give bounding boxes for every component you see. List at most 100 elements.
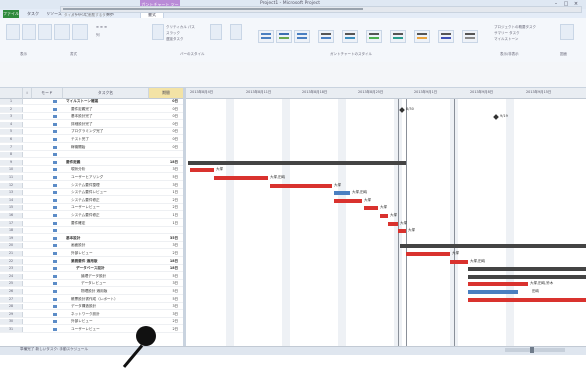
task-name-cell[interactable]: ネットワーク設計 xyxy=(71,312,148,317)
duration-cell[interactable]: 5日 xyxy=(150,175,178,180)
task-name-cell[interactable]: データレビュー xyxy=(81,281,148,286)
table-row[interactable]: 2 要件定義完了 0日 xyxy=(0,106,183,113)
task-name-cell[interactable]: 物理設計 適用版 xyxy=(81,289,148,294)
duration-cell[interactable] xyxy=(150,228,178,233)
duration-cell[interactable]: 5日 xyxy=(150,274,178,279)
check-summary-task[interactable]: プロジェクトの概要タスク xyxy=(494,25,536,30)
row-number[interactable]: 6 xyxy=(0,137,23,142)
summary-bar[interactable] xyxy=(188,160,406,165)
table-row[interactable]: 28 データ構造設計 3日 xyxy=(0,304,183,311)
row-number[interactable]: 16 xyxy=(0,213,23,218)
gantt-style-7[interactable] xyxy=(390,30,406,43)
duration-cell[interactable]: 1日 xyxy=(150,221,178,226)
duration-cell[interactable]: 0日 xyxy=(150,107,178,112)
task-name-cell[interactable] xyxy=(71,228,148,233)
table-row[interactable]: 17 要件確定 1日 xyxy=(0,220,183,227)
duration-cell[interactable]: 0日 xyxy=(150,145,178,150)
duration-cell[interactable]: 0日 xyxy=(150,114,178,119)
format-icon[interactable] xyxy=(54,24,70,40)
task-name-cell[interactable]: 稼働開始 xyxy=(71,145,148,150)
task-name-cell[interactable]: システム要件レビュー xyxy=(71,190,148,195)
task-bar[interactable] xyxy=(334,191,350,196)
task-bar[interactable] xyxy=(214,176,268,180)
task-bar[interactable] xyxy=(450,259,468,264)
text-styles-icon[interactable] xyxy=(6,24,20,40)
duration-cell[interactable]: 1日 xyxy=(150,190,178,195)
column-settings-label[interactable]: 列 xyxy=(96,33,100,38)
grid-header-mode[interactable]: モード xyxy=(32,88,63,99)
task-name-cell[interactable]: システム要件修正 xyxy=(71,198,148,203)
gantt-style-3[interactable] xyxy=(294,30,310,43)
table-row[interactable]: 22 業務要件 適用版 18日 xyxy=(0,258,183,265)
duration-cell[interactable]: 0日 xyxy=(150,99,178,104)
insert-column-icon[interactable] xyxy=(72,24,88,40)
row-number[interactable]: 18 xyxy=(0,228,23,234)
task-name-cell[interactable]: 帳票設計書作成（レポート） xyxy=(71,297,148,302)
zoom-slider[interactable] xyxy=(505,348,565,352)
check-critical[interactable]: クリティカル パス xyxy=(166,25,195,30)
table-row[interactable]: 1 マイルストーン確認 0日 xyxy=(0,99,183,105)
duration-cell[interactable]: 2日 xyxy=(150,205,178,210)
row-number[interactable]: 25 xyxy=(0,281,23,287)
row-number[interactable]: 14 xyxy=(0,197,23,203)
gantt-style-4[interactable] xyxy=(318,30,334,43)
check-late[interactable]: 遅延タスク xyxy=(166,37,184,42)
table-row[interactable]: 23 データベース設計 18日 xyxy=(0,266,183,273)
duration-cell[interactable]: 18日 xyxy=(150,160,178,165)
table-row[interactable]: 27 帳票設計書作成（レポート） 5日 xyxy=(0,296,183,303)
task-name-cell[interactable] xyxy=(71,152,148,157)
task-bar[interactable] xyxy=(398,229,406,234)
summary-bar[interactable] xyxy=(400,244,586,249)
row-number[interactable]: 28 xyxy=(0,304,23,310)
duration-cell[interactable]: 3日 xyxy=(150,167,178,172)
row-number[interactable]: 29 xyxy=(0,311,23,317)
summary-bar[interactable] xyxy=(468,267,586,272)
task-bar[interactable] xyxy=(364,206,378,211)
gantt-style-1[interactable] xyxy=(258,30,274,43)
gantt-style-9[interactable] xyxy=(438,30,454,43)
duration-cell[interactable]: 2日 xyxy=(150,198,178,203)
table-row[interactable]: 8 xyxy=(0,152,183,159)
grid-header-task-name[interactable]: タスク名 xyxy=(63,88,149,99)
duration-cell[interactable]: 0日 xyxy=(150,122,178,127)
tab-task[interactable]: タスク xyxy=(24,10,42,17)
table-row[interactable]: 3 基本設計完了 0日 xyxy=(0,114,183,121)
table-row[interactable]: 14 システム要件修正 2日 xyxy=(0,197,183,204)
duration-cell[interactable]: 3日 xyxy=(150,312,178,317)
task-name-cell[interactable]: システム要件修正 xyxy=(71,213,148,218)
table-row[interactable]: 11 ユーザーヒアリング 5日 xyxy=(0,175,183,181)
task-bar[interactable] xyxy=(190,168,214,173)
row-number[interactable]: 12 xyxy=(0,182,23,188)
gantt-style-2[interactable] xyxy=(276,30,292,43)
row-number[interactable]: 11 xyxy=(0,175,23,180)
row-number[interactable]: 3 xyxy=(0,114,23,120)
row-number[interactable]: 19 xyxy=(0,235,23,241)
task-name-cell[interactable]: 要件確定 xyxy=(71,221,148,226)
task-name-cell[interactable]: プログラミング完了 xyxy=(71,129,148,134)
table-row[interactable]: 6 テスト完了 0日 xyxy=(0,137,183,143)
bar-format-icon[interactable] xyxy=(152,24,164,40)
row-number[interactable]: 21 xyxy=(0,251,23,256)
row-number[interactable]: 23 xyxy=(0,266,23,272)
timeline-range[interactable] xyxy=(63,8,363,10)
duration-cell[interactable]: 5日 xyxy=(150,289,178,294)
table-row[interactable]: 13 システム要件レビュー 1日 xyxy=(0,190,183,197)
table-row[interactable]: 30 外部レビュー 2日 xyxy=(0,319,183,326)
row-number[interactable]: 27 xyxy=(0,296,23,302)
duration-cell[interactable]: 35日 xyxy=(150,236,178,241)
row-number[interactable]: 22 xyxy=(0,258,23,264)
row-number[interactable]: 1 xyxy=(0,99,23,104)
row-number[interactable]: 20 xyxy=(0,243,23,249)
row-number[interactable]: 5 xyxy=(0,129,23,135)
table-row[interactable]: 18 xyxy=(0,228,183,235)
milestone-marker[interactable] xyxy=(493,114,499,121)
grid-header-duration[interactable]: 期間 xyxy=(149,88,184,99)
task-name-cell[interactable]: システム要件整理 xyxy=(71,183,148,188)
task-bar[interactable] xyxy=(406,252,450,256)
table-row[interactable]: 4 詳細設計完了 0日 xyxy=(0,121,183,128)
duration-cell[interactable]: 3日 xyxy=(150,243,178,248)
table-row[interactable]: 25 データレビュー 3日 xyxy=(0,281,183,288)
timeline-pane[interactable] xyxy=(0,62,586,88)
table-row[interactable]: 20 画面設計 3日 xyxy=(0,243,183,250)
task-name-cell[interactable]: 画面設計 xyxy=(71,243,148,248)
